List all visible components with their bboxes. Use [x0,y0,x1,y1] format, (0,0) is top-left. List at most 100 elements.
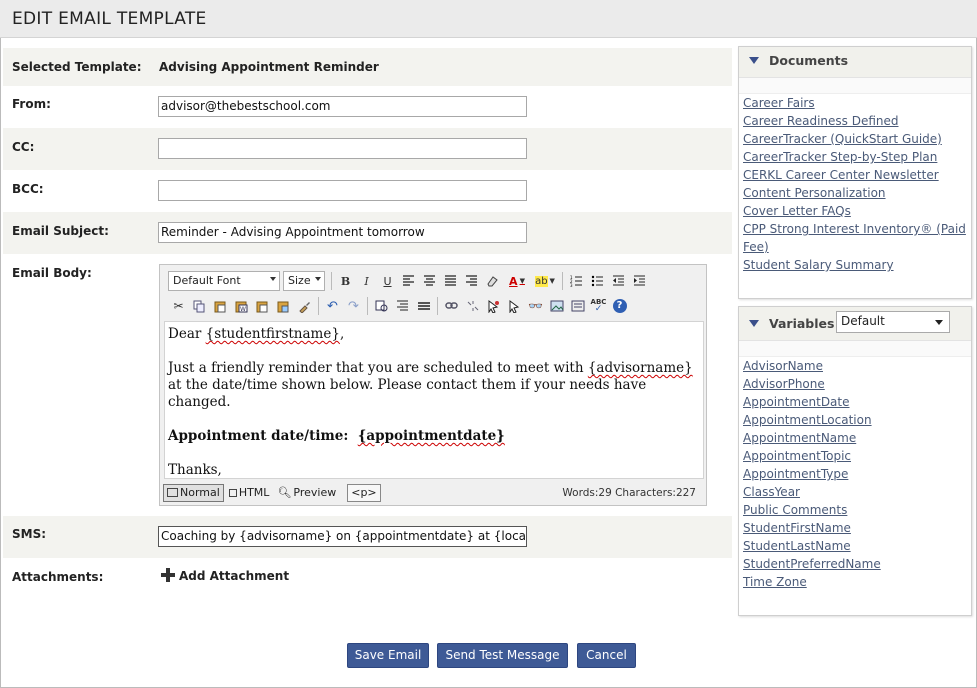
align-right-button[interactable] [461,271,482,291]
variable-link[interactable]: Public Comments [743,501,967,519]
cut-button[interactable]: ✂ [168,296,189,316]
documents-panel-header[interactable]: Documents [739,47,971,78]
greeting-suffix: , [339,326,345,342]
template-manager-button[interactable] [567,296,588,316]
align-left-button[interactable] [398,271,419,291]
paste-word-button[interactable]: W [231,296,252,316]
toolbar-separator [437,297,438,315]
paragraph-format-button[interactable] [392,296,413,316]
from-field[interactable]: advisor@thebestschool.com [158,96,527,117]
variable-link[interactable]: AppointmentTopic [743,447,967,465]
font-size-select[interactable]: Size [283,271,325,291]
variable-link[interactable]: AppointmentDate [743,393,967,411]
copy-button[interactable] [189,296,210,316]
collapse-triangle-icon [749,57,759,64]
copy-icon [193,300,205,312]
numbered-list-button[interactable]: 123 [566,271,587,291]
mode-html-tab[interactable]: HTML [226,484,273,502]
variable-link[interactable]: AppointmentType [743,465,967,483]
variable-link[interactable]: ClassYear [743,483,967,501]
tag-path-button[interactable]: <p> [347,483,381,502]
eraser-button[interactable] [482,271,503,291]
unlink-button[interactable] [462,296,483,316]
cc-field[interactable] [158,138,527,159]
mode-preview-tab[interactable]: 🔍︎ Preview [274,484,339,502]
document-link[interactable]: Student Salary Summary [743,256,967,274]
redo-button[interactable]: ↷ [343,296,364,316]
indent-button[interactable] [629,271,650,291]
document-link[interactable]: CERKL Career Center Newsletter [743,166,967,184]
variable-link[interactable]: AdvisorName [743,357,967,375]
outdent-button[interactable] [608,271,629,291]
align-justify-icon [445,275,456,286]
outdent-icon [613,275,624,286]
variable-link[interactable]: StudentFirstName [743,519,967,537]
paste-special-button[interactable] [273,296,294,316]
document-link[interactable]: Cover Letter FAQs [743,202,967,220]
variables-panel-spacer [739,341,971,357]
chevron-down-icon [270,277,276,281]
variable-link[interactable]: StudentPreferredName [743,555,967,573]
brush-icon [299,301,310,313]
link-icon [444,302,458,309]
paste-button[interactable] [210,296,231,316]
variable-link[interactable]: AppointmentLocation [743,411,967,429]
underline-button[interactable]: U [377,271,398,291]
spell-check-button[interactable]: ABC ✓ [588,296,609,316]
highlight-color-button[interactable]: ab ▼ [531,271,559,291]
subject-label: Email Subject: [12,224,109,238]
help-button[interactable]: ? [609,296,630,316]
mode-normal-tab[interactable]: Normal [163,483,224,502]
font-color-button[interactable]: A ▼ [503,271,531,291]
italic-button[interactable]: I [356,271,377,291]
editor-content-area[interactable]: Dear {studentfirstname}, Just a friendly… [164,321,704,479]
variables-select[interactable]: Default [836,311,950,333]
subject-field[interactable]: Reminder - Advising Appointment tomorrow [158,222,527,243]
image-manager-button[interactable] [546,296,567,316]
collapse-triangle-icon[interactable] [749,320,759,327]
paste-text-button[interactable] [252,296,273,316]
horizontal-rule-button[interactable] [413,296,434,316]
variable-link[interactable]: StudentLastName [743,537,967,555]
plus-icon [161,568,175,582]
appointment-line: Appointment date/time: {appointmentdate} [168,428,700,445]
select-element-button[interactable] [504,296,525,316]
document-link[interactable]: CareerTracker (QuickStart Guide) [743,130,967,148]
reminder-text-b: at the date/time shown below. Please con… [168,377,647,410]
variable-link[interactable]: AppointmentName [743,429,967,447]
insert-link-button[interactable] [441,296,462,316]
sms-field[interactable]: Coaching by {advisorname} on {appointmen… [158,526,527,547]
chevron-down-icon [315,277,321,281]
document-link[interactable]: Career Fairs [743,94,967,112]
bold-button[interactable]: B [335,271,356,291]
send-test-message-button[interactable]: Send Test Message [437,643,568,668]
cancel-button[interactable]: Cancel [577,643,636,668]
editor-toolbar-row-2: ✂ W ↶ ↷ 👓 ABC ✓ ? [168,295,630,317]
insert-anchor-button[interactable] [483,296,504,316]
format-painter-button[interactable] [294,296,315,316]
align-justify-button[interactable] [440,271,461,291]
variable-link[interactable]: Time Zone [743,573,967,591]
undo-button[interactable]: ↶ [322,296,343,316]
find-replace-button[interactable] [371,296,392,316]
paste-special-icon [277,301,289,312]
variable-link[interactable]: AdvisorPhone [743,375,967,393]
find-button[interactable]: 👓 [525,296,546,316]
selected-template-row: Selected Template: Advising Appointment … [3,48,732,86]
document-link[interactable]: CPP Strong Interest Inventory® (Paid Fee… [743,220,967,256]
add-attachment-button[interactable]: Add Attachment [161,568,289,583]
bullet-list-button[interactable] [587,271,608,291]
document-link[interactable]: Career Readiness Defined [743,112,967,130]
font-family-select[interactable]: Default Font [168,271,280,291]
bcc-field[interactable] [158,180,527,201]
cc-row: CC: [3,128,732,170]
align-center-button[interactable] [419,271,440,291]
document-link[interactable]: CareerTracker Step-by-Step Plan [743,148,967,166]
indent-icon [634,275,645,286]
document-link[interactable]: Content Personalization [743,184,967,202]
add-attachment-label: Add Attachment [179,569,290,583]
mode-html-label: HTML [238,486,270,499]
save-email-button[interactable]: Save Email [347,643,429,668]
word-count: Words:29 Characters:227 [562,487,696,499]
toolbar-separator [331,272,332,290]
